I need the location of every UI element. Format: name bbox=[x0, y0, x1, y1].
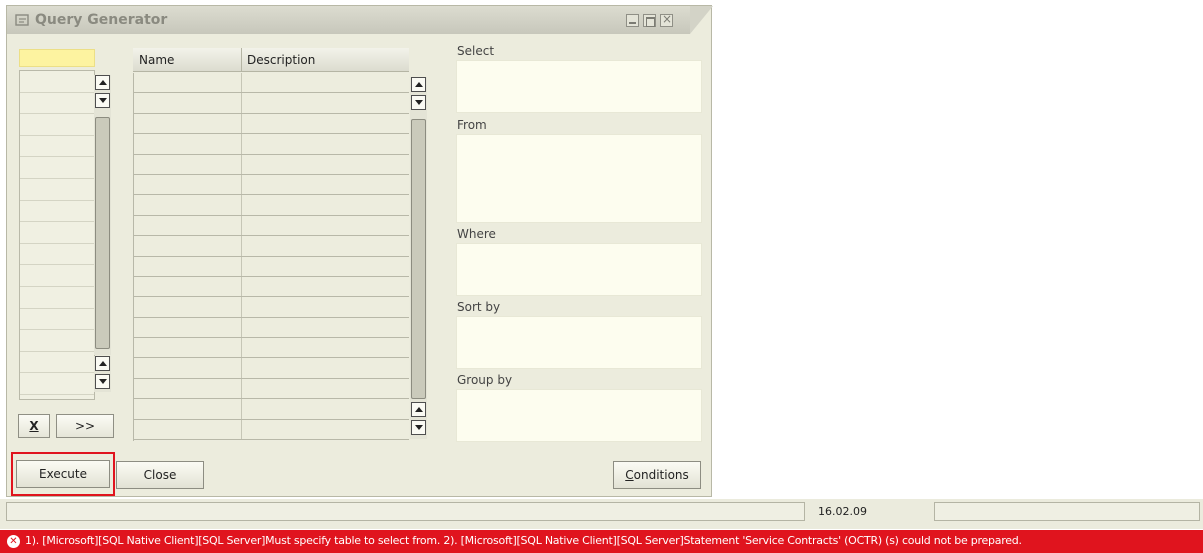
conditions-button[interactable]: Conditions bbox=[613, 461, 701, 489]
table-row[interactable] bbox=[133, 113, 409, 135]
table-list[interactable] bbox=[19, 70, 95, 400]
close-window-button[interactable] bbox=[660, 12, 673, 27]
error-icon: ✕ bbox=[7, 535, 20, 548]
table-row[interactable] bbox=[133, 195, 409, 216]
list-item[interactable] bbox=[20, 157, 94, 179]
table-list-scrollbar[interactable] bbox=[94, 75, 111, 355]
select-field[interactable] bbox=[456, 60, 702, 113]
list-item[interactable] bbox=[20, 71, 94, 93]
clear-button[interactable]: X bbox=[18, 414, 50, 438]
list-item[interactable] bbox=[20, 373, 94, 395]
list-item[interactable] bbox=[20, 93, 94, 115]
table-row[interactable] bbox=[133, 134, 409, 155]
title-bar-tab bbox=[690, 6, 713, 34]
list-item[interactable] bbox=[20, 287, 94, 309]
group-by-field[interactable] bbox=[456, 389, 702, 442]
scroll-down-icon[interactable] bbox=[95, 93, 110, 108]
table-row[interactable] bbox=[133, 399, 409, 420]
list-item[interactable] bbox=[20, 265, 94, 287]
add-button[interactable]: >> bbox=[56, 414, 114, 438]
list-item[interactable] bbox=[20, 136, 94, 158]
list-item[interactable] bbox=[20, 244, 94, 266]
maximize-button[interactable] bbox=[643, 14, 656, 27]
table-row[interactable] bbox=[133, 154, 409, 175]
execute-button[interactable]: Execute bbox=[16, 460, 110, 488]
query-generator-icon bbox=[15, 14, 29, 26]
table-row[interactable] bbox=[133, 358, 409, 379]
list-item[interactable] bbox=[20, 201, 94, 223]
select-label: Select bbox=[457, 44, 495, 58]
column-header-description[interactable]: Description bbox=[247, 53, 315, 67]
status-bar: 16.02.09 bbox=[0, 499, 1203, 529]
scroll-up-icon[interactable] bbox=[411, 402, 426, 417]
grid-left-border bbox=[133, 73, 134, 441]
fields-grid-scrollbar[interactable] bbox=[410, 77, 427, 439]
table-list-scrollbar-lower[interactable] bbox=[94, 356, 111, 392]
scroll-up-icon[interactable] bbox=[95, 356, 110, 371]
list-item[interactable] bbox=[20, 222, 94, 244]
scroll-down-icon[interactable] bbox=[95, 374, 110, 389]
table-row[interactable] bbox=[133, 174, 409, 196]
minimize-button[interactable] bbox=[626, 14, 639, 27]
grid-header: Name Description bbox=[133, 48, 409, 72]
scroll-down-icon[interactable] bbox=[411, 95, 426, 110]
error-message-bar[interactable]: ✕ 1). [Microsoft][SQL Native Client][SQL… bbox=[0, 530, 1203, 553]
from-field[interactable] bbox=[456, 134, 702, 223]
conditions-label-rest: onditions bbox=[633, 468, 689, 482]
table-row[interactable] bbox=[133, 236, 409, 257]
list-item[interactable] bbox=[20, 179, 94, 201]
table-row[interactable] bbox=[133, 297, 409, 318]
scrollbar-thumb[interactable] bbox=[95, 117, 110, 349]
scroll-up-icon[interactable] bbox=[95, 75, 110, 90]
grid-body bbox=[133, 73, 409, 441]
status-message-segment bbox=[6, 502, 805, 521]
fields-grid[interactable]: Name Description bbox=[133, 48, 409, 441]
table-row[interactable] bbox=[133, 276, 409, 298]
where-label: Where bbox=[457, 227, 496, 241]
error-message-text: 1). [Microsoft][SQL Native Client][SQL S… bbox=[25, 534, 1022, 547]
scrollbar-thumb[interactable] bbox=[411, 119, 426, 399]
table-row[interactable] bbox=[133, 317, 409, 339]
sort-by-field[interactable] bbox=[456, 316, 702, 369]
column-header-name[interactable]: Name bbox=[139, 53, 174, 67]
list-item[interactable] bbox=[20, 114, 94, 136]
table-row[interactable] bbox=[133, 378, 409, 400]
table-row[interactable] bbox=[133, 419, 409, 441]
status-date: 16.02.09 bbox=[818, 505, 867, 518]
group-by-label: Group by bbox=[457, 373, 513, 387]
where-field[interactable] bbox=[456, 243, 702, 296]
list-item[interactable] bbox=[20, 309, 94, 331]
status-extra-segment bbox=[934, 502, 1200, 521]
table-filter-input[interactable] bbox=[19, 49, 95, 67]
title-bar[interactable]: Query Generator bbox=[7, 6, 713, 34]
table-row[interactable] bbox=[133, 215, 409, 237]
table-row[interactable] bbox=[133, 338, 409, 359]
from-label: From bbox=[457, 118, 487, 132]
column-divider[interactable] bbox=[241, 48, 242, 72]
window-title: Query Generator bbox=[35, 12, 168, 28]
table-row[interactable] bbox=[133, 256, 409, 277]
query-generator-window: Query Generator X >> Name bbox=[6, 5, 713, 497]
scroll-down-icon[interactable] bbox=[411, 420, 426, 435]
conditions-mnemonic: C bbox=[625, 468, 634, 482]
scroll-up-icon[interactable] bbox=[411, 77, 426, 92]
sort-by-label: Sort by bbox=[457, 300, 501, 314]
close-button[interactable]: Close bbox=[116, 461, 204, 489]
list-item[interactable] bbox=[20, 352, 94, 374]
table-row[interactable] bbox=[133, 93, 409, 114]
table-row[interactable] bbox=[133, 73, 409, 94]
list-item[interactable] bbox=[20, 330, 94, 352]
